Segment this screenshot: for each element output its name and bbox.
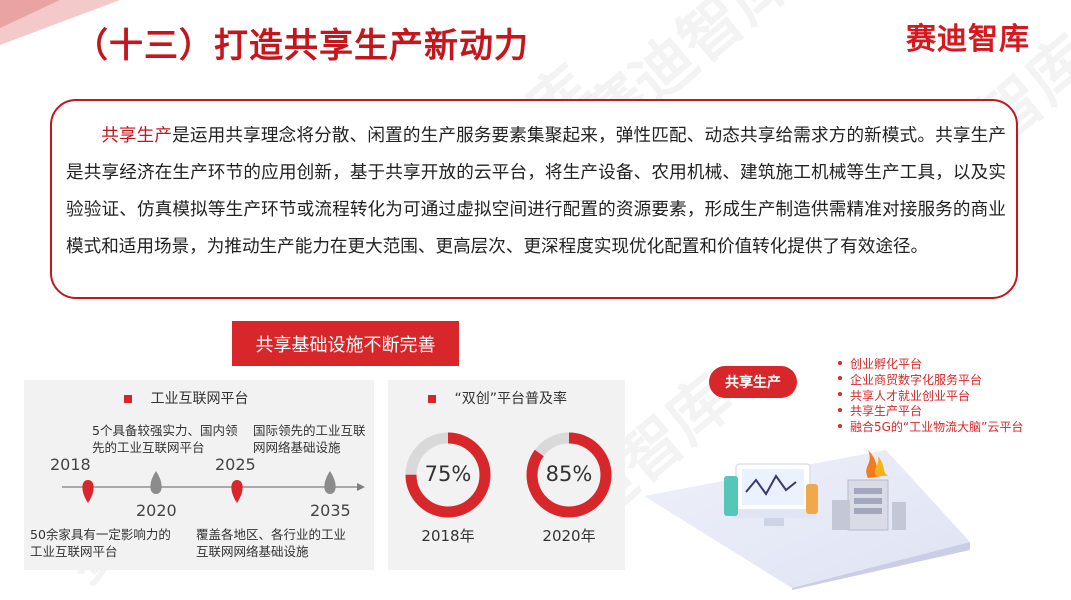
- list-item: 融合5G的“工业物流大脑”云平台: [838, 420, 1023, 436]
- intro-text: 是运用共享理念将分散、闲置的生产服务要素集聚起来，弹性匹配、动态共享给需求方的新…: [66, 126, 1006, 257]
- timeline-marker-2018: [82, 480, 94, 503]
- timeline-marker-2035: [324, 471, 336, 494]
- shuangchuang-panel-title: “双创”平台普及率: [454, 391, 567, 407]
- page-title: （十三）打造共享生产新动力: [74, 26, 529, 66]
- bullet-icon: [838, 407, 842, 412]
- rate-year-2018: 2018年: [421, 527, 475, 545]
- shared-production-pill: 共享生产: [709, 366, 797, 398]
- list-item: 创业孵化平台: [838, 357, 1023, 373]
- list-item: 企业商贸数字化服务平台: [838, 373, 1023, 389]
- timeline-marker-2025: [231, 480, 243, 503]
- bullet-icon: [838, 392, 842, 397]
- timeline-note-2025: 覆盖各地区、各行业的工业互联网网络基础设施: [196, 527, 347, 559]
- timeline-note-2035: 国际领先的工业互联网网络基础设施: [253, 423, 366, 455]
- computer-icon: [724, 463, 818, 526]
- timeline-year-2020: 2020: [136, 501, 177, 520]
- timeline-arrow: [357, 483, 365, 491]
- intro-highlight: 共享生产: [101, 126, 173, 146]
- section-banner: 共享基础设施不断完善: [232, 321, 459, 366]
- brand-logo: 赛迪智库: [906, 22, 1030, 57]
- timeline-year-2025: 2025: [215, 455, 256, 474]
- square-bullet-icon: [428, 395, 436, 403]
- timeline-marker-2020: [150, 471, 162, 494]
- list-item: 共享生产平台: [838, 404, 1023, 420]
- timeline-note-2020: 5个具备较强实力、国内领先的工业互联网平台: [92, 423, 238, 455]
- timeline-year-2035: 2035: [310, 501, 351, 520]
- bullet-icon: [838, 376, 842, 381]
- bullet-icon: [838, 423, 842, 428]
- rate-2020: 85%: [545, 462, 593, 486]
- shuangchuang-panel-header: “双创”平台普及率: [428, 388, 567, 408]
- shared-production-list: 创业孵化平台 企业商贸数字化服务平台 共享人才就业创业平台 共享生产平台 融合5…: [838, 357, 1023, 436]
- rate-2018: 75%: [424, 462, 472, 486]
- rate-year-2020: 2020年: [542, 527, 596, 545]
- bullet-icon: [838, 360, 842, 365]
- list-item: 共享人才就业创业平台: [838, 389, 1023, 405]
- timeline-year-2018: 2018: [50, 455, 91, 474]
- timeline-note-2018: 50余家具有一定影响力的工业互联网平台: [30, 527, 171, 559]
- intro-paragraph: 共享生产是运用共享理念将分散、闲置的生产服务要素集聚起来，弹性匹配、动态共享给需…: [66, 118, 1006, 266]
